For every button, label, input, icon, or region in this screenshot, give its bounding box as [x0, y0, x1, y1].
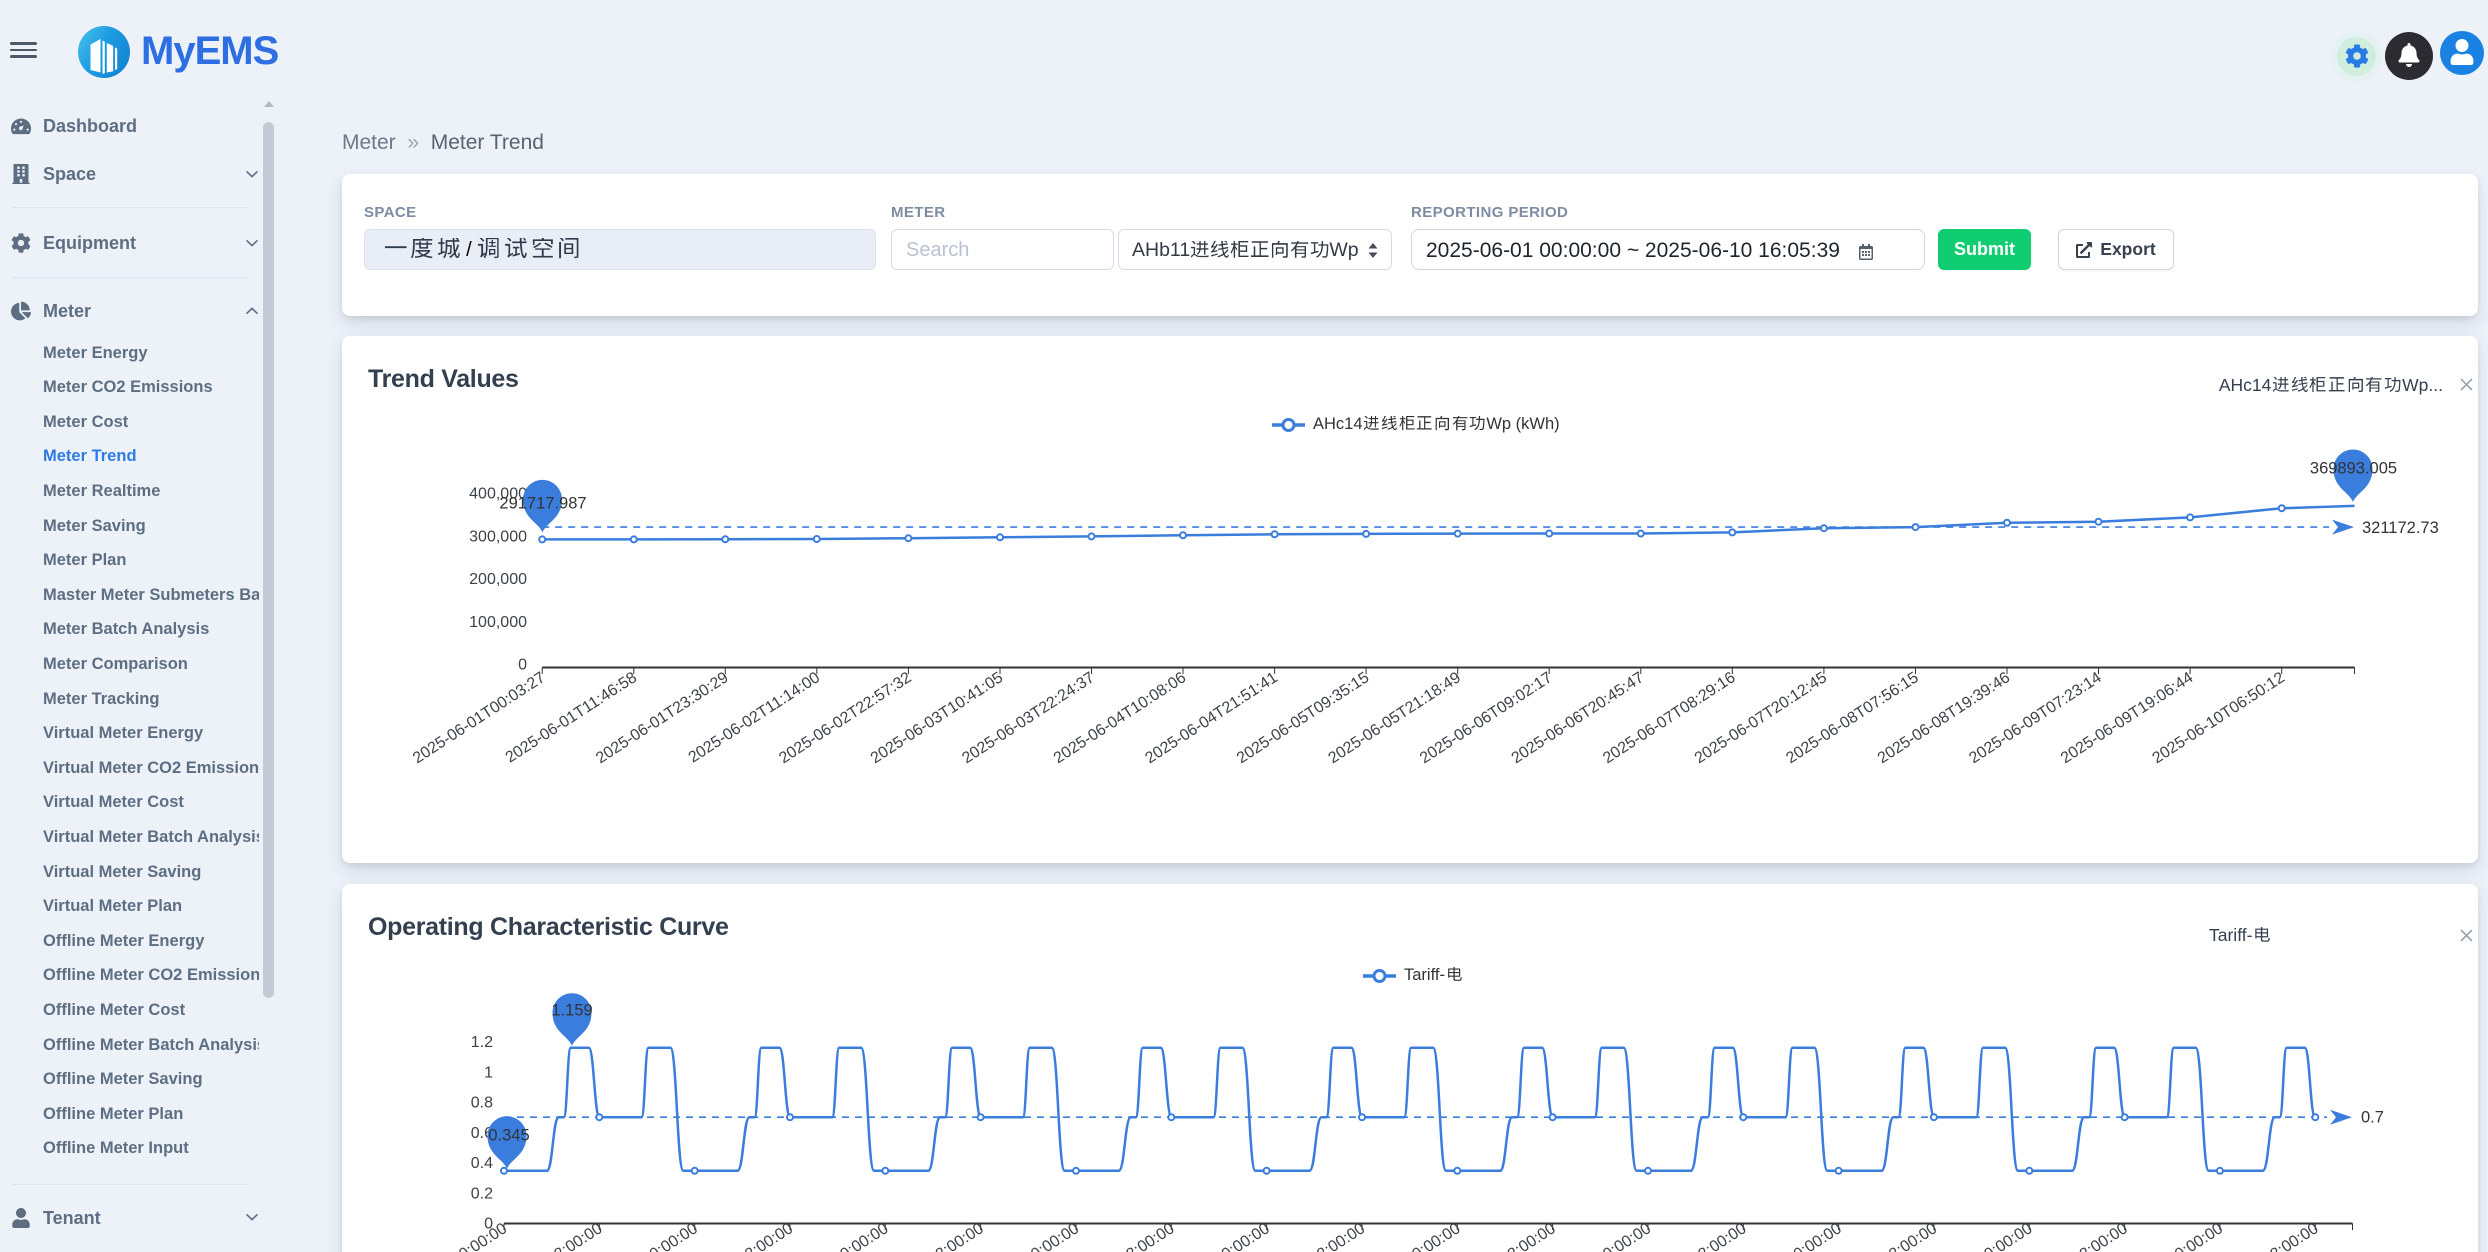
- svg-text:12:00:00: 12:00:00: [1307, 1220, 1369, 1252]
- svg-text:0.345: 0.345: [488, 1127, 529, 1145]
- svg-text:0.4: 0.4: [471, 1155, 493, 1172]
- svg-text:00:00:00: 00:00:00: [1402, 1220, 1464, 1252]
- svg-text:12:00:00: 12:00:00: [1497, 1220, 1559, 1252]
- svg-text:12:00:00: 12:00:00: [544, 1220, 606, 1252]
- svg-text:100,000: 100,000: [469, 614, 527, 631]
- svg-text:369893.005: 369893.005: [2310, 460, 2397, 478]
- svg-text:0.8: 0.8: [471, 1095, 493, 1112]
- svg-text:00:00:00: 00:00:00: [830, 1220, 892, 1252]
- svg-text:0: 0: [518, 657, 527, 674]
- svg-text:12:00:00: 12:00:00: [2069, 1220, 2131, 1252]
- svg-text:12:00:00: 12:00:00: [1879, 1220, 1941, 1252]
- svg-text:1: 1: [484, 1064, 493, 1081]
- svg-text:1.159: 1.159: [551, 1002, 592, 1020]
- svg-text:00:00:00: 00:00:00: [1974, 1220, 2036, 1252]
- svg-text:00:00:00: 00:00:00: [1593, 1220, 1655, 1252]
- svg-text:0.7: 0.7: [2361, 1109, 2384, 1127]
- svg-text:00:00:00: 00:00:00: [449, 1220, 511, 1252]
- svg-text:00:00:00: 00:00:00: [639, 1220, 701, 1252]
- svg-text:00:00:00: 00:00:00: [1211, 1220, 1273, 1252]
- svg-text:291717.987: 291717.987: [499, 495, 586, 513]
- svg-text:12:00:00: 12:00:00: [1116, 1220, 1178, 1252]
- svg-text:12:00:00: 12:00:00: [1688, 1220, 1750, 1252]
- svg-text:00:00:00: 00:00:00: [2165, 1220, 2227, 1252]
- svg-text:1.2: 1.2: [471, 1034, 493, 1051]
- svg-text:00:00:00: 00:00:00: [1783, 1220, 1845, 1252]
- svg-text:300,000: 300,000: [469, 528, 527, 545]
- svg-text:12:00:00: 12:00:00: [2260, 1220, 2322, 1252]
- svg-text:200,000: 200,000: [469, 571, 527, 588]
- svg-text:00:00:00: 00:00:00: [1021, 1220, 1083, 1252]
- svg-text:12:00:00: 12:00:00: [925, 1220, 987, 1252]
- svg-text:12:00:00: 12:00:00: [735, 1220, 797, 1252]
- svg-text:321172.73: 321172.73: [2362, 519, 2439, 537]
- svg-text:0.2: 0.2: [471, 1185, 493, 1202]
